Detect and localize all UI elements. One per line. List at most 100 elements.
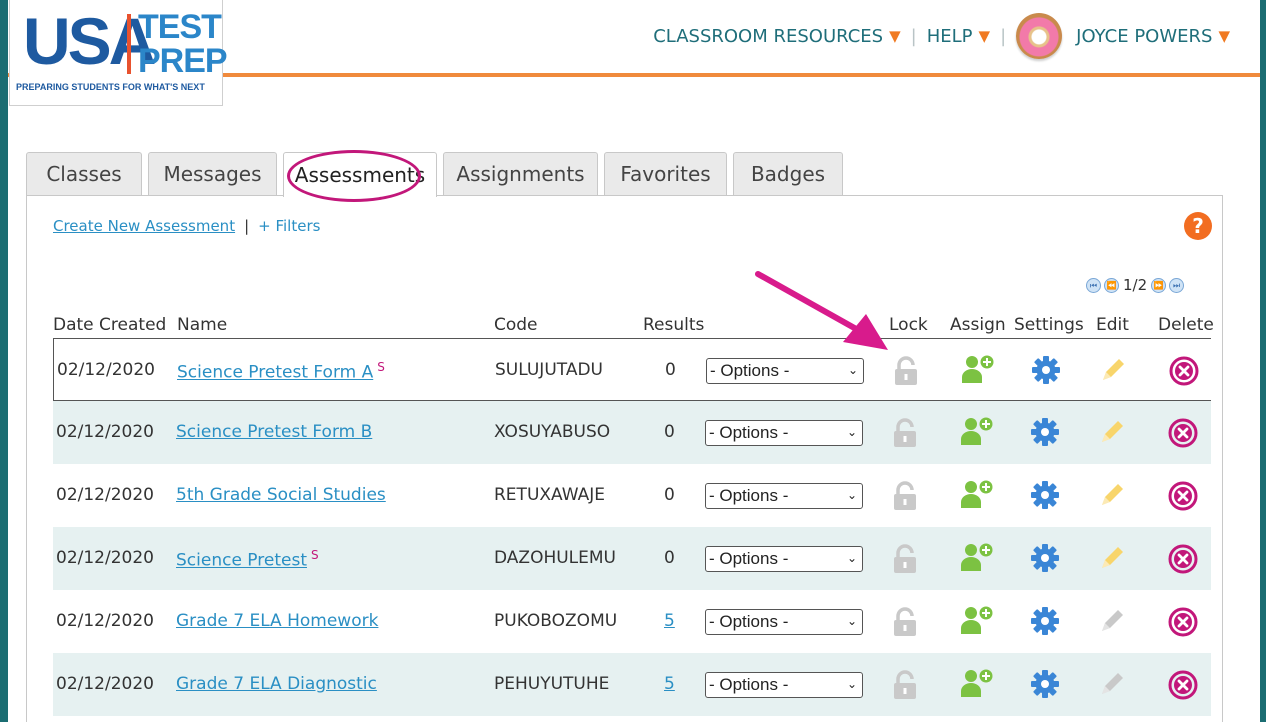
edit-pencil-icon[interactable] [1097, 480, 1127, 510]
first-page-icon[interactable]: ⏮ [1086, 277, 1101, 293]
options-selected: - Options - [709, 549, 789, 568]
row-results[interactable]: 5 [664, 674, 675, 694]
col-code[interactable]: Code [494, 315, 538, 335]
usatestprep-logo[interactable]: USA TEST PREP PREPARING STUDENTS FOR WHA… [9, 0, 228, 106]
delete-x-icon[interactable] [1167, 480, 1199, 512]
caret-down-icon: ▼ [978, 27, 991, 45]
help-menu[interactable]: HELP ▼ [927, 26, 990, 47]
assessment-name-link[interactable]: Science Pretest Form A [177, 363, 373, 383]
delete-x-icon[interactable] [1168, 355, 1200, 387]
tab-assessments[interactable]: Assessments [283, 152, 437, 197]
nav-separator: | [910, 25, 917, 47]
assign-user-add-icon[interactable] [960, 478, 994, 510]
lock-icon[interactable] [891, 418, 919, 448]
row-date: 02/12/2020 [56, 548, 154, 568]
assessment-name-link[interactable]: 5th Grade Social Studies [176, 485, 386, 505]
help-icon[interactable]: ? [1184, 212, 1212, 240]
lock-icon[interactable] [891, 544, 919, 574]
delete-x-icon[interactable] [1167, 669, 1199, 701]
edit-pencil-icon[interactable] [1097, 543, 1127, 573]
col-name[interactable]: Name [177, 315, 227, 335]
row-date: 02/12/2020 [56, 611, 154, 631]
settings-gear-icon[interactable] [1030, 669, 1060, 699]
assign-user-add-icon[interactable] [960, 541, 994, 573]
settings-gear-icon[interactable] [1030, 480, 1060, 510]
assign-user-add-icon[interactable] [960, 604, 994, 636]
row-name-cell: Grade 7 ELA Homework [176, 611, 378, 631]
delete-x-icon[interactable] [1167, 417, 1199, 449]
table-row: 02/12/2020 Science Pretest Form A S SULUJ… [53, 338, 1211, 401]
options-dropdown[interactable]: - Options - ⌄ [706, 358, 864, 384]
tab-classes[interactable]: Classes [26, 152, 142, 195]
prev-page-icon[interactable]: ⏪ [1104, 277, 1119, 293]
options-dropdown[interactable]: - Options - ⌄ [705, 420, 863, 446]
edit-pencil-icon[interactable] [1097, 417, 1127, 447]
settings-gear-icon[interactable] [1031, 355, 1061, 385]
col-delete: Delete [1158, 315, 1214, 335]
row-name-cell: Science Pretest Form B [176, 422, 372, 442]
assessment-name-link[interactable]: Grade 7 ELA Diagnostic [176, 674, 377, 694]
classroom-resources-label: CLASSROOM RESOURCES [653, 25, 884, 47]
filters-link[interactable]: + Filters [258, 217, 320, 235]
last-page-icon[interactable]: ⏭ [1169, 277, 1185, 293]
logo-tagline: PREPARING STUDENTS FOR WHAT'S NEXT [16, 82, 205, 92]
assessment-name-link[interactable]: Grade 7 ELA Homework [176, 611, 378, 631]
options-selected: - Options - [710, 361, 790, 380]
col-results[interactable]: Results [643, 315, 704, 335]
assign-user-add-icon[interactable] [960, 667, 994, 699]
lock-icon[interactable] [891, 481, 919, 511]
delete-x-icon[interactable] [1167, 543, 1199, 575]
nav-separator: | [1000, 25, 1007, 47]
assessment-name-link[interactable]: Science Pretest Form B [176, 422, 372, 442]
options-dropdown[interactable]: - Options - ⌄ [705, 609, 863, 635]
assessment-name-link[interactable]: Science Pretest [176, 551, 307, 571]
options-dropdown[interactable]: - Options - ⌄ [705, 483, 863, 509]
options-selected: - Options - [709, 423, 789, 442]
edit-pencil-icon[interactable] [1097, 669, 1127, 699]
tab-favorites[interactable]: Favorites [604, 152, 727, 195]
chevron-down-icon: ⌄ [846, 425, 857, 439]
edit-pencil-icon[interactable] [1098, 355, 1128, 385]
lock-icon[interactable] [892, 356, 920, 386]
delete-x-icon[interactable] [1167, 606, 1199, 638]
row-results[interactable]: 5 [664, 611, 675, 631]
row-code: RETUXAWAJE [494, 485, 605, 505]
row-results: 0 [664, 485, 675, 505]
user-name: JOYCE POWERS [1076, 25, 1213, 47]
row-results: 0 [664, 422, 675, 442]
row-code: PUKOBOZOMU [494, 611, 618, 631]
next-page-icon[interactable]: ⏩ [1151, 277, 1167, 293]
options-dropdown[interactable]: - Options - ⌄ [705, 672, 863, 698]
assign-user-add-icon[interactable] [960, 415, 994, 447]
table-row: 02/12/2020 Grade 7 ELA Diagnostic PEHUYU… [53, 653, 1211, 716]
row-name-cell: Science Pretest Form A S [177, 360, 385, 383]
help-label: HELP [926, 25, 973, 47]
settings-gear-icon[interactable] [1030, 417, 1060, 447]
lock-icon[interactable] [891, 607, 919, 637]
assign-user-add-icon[interactable] [961, 353, 995, 385]
avatar-donut-icon [1016, 13, 1063, 59]
shared-marker: S [310, 548, 319, 562]
classroom-resources-menu[interactable]: CLASSROOM RESOURCES ▼ [653, 26, 900, 47]
row-code: XOSUYABUSO [494, 422, 611, 442]
tab-assignments[interactable]: Assignments [443, 152, 598, 195]
chevron-down-icon: ⌄ [847, 363, 858, 377]
settings-gear-icon[interactable] [1030, 543, 1060, 573]
col-date-created[interactable]: Date Created [53, 315, 166, 335]
app-frame: USA TEST PREP PREPARING STUDENTS FOR WHA… [8, 0, 1260, 722]
row-results: 0 [665, 360, 676, 380]
row-name-cell: Science Pretest S [176, 548, 319, 571]
user-menu[interactable]: JOYCE POWERS ▼ [1016, 13, 1230, 59]
lock-icon[interactable] [891, 670, 919, 700]
options-dropdown[interactable]: - Options - ⌄ [705, 546, 863, 572]
table-row: 02/12/2020 Science Pretest Form B XOSUYA… [53, 401, 1211, 464]
tab-messages[interactable]: Messages [148, 152, 277, 195]
row-results: 0 [664, 548, 675, 568]
create-new-assessment-link[interactable]: Create New Assessment [53, 217, 235, 235]
edit-pencil-icon[interactable] [1097, 606, 1127, 636]
col-settings: Settings [1014, 315, 1084, 335]
table-row: 02/12/2020 Science Pretest S DAZOHULEMU 0… [53, 527, 1211, 590]
settings-gear-icon[interactable] [1030, 606, 1060, 636]
toolbar-separator: | [244, 217, 250, 235]
tab-badges[interactable]: Badges [733, 152, 843, 195]
